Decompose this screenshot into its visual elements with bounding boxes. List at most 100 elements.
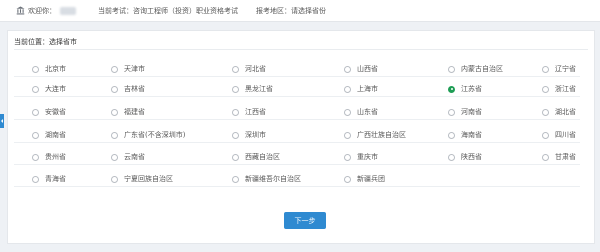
bank-icon <box>16 6 25 15</box>
region-option[interactable]: 广东省(不含深圳市) <box>111 129 185 141</box>
region-option[interactable]: 吉林省 <box>111 83 145 95</box>
region-option[interactable]: 福建省 <box>111 106 145 118</box>
region-row: 北京市 天津市 河北省 山西省 内蒙古自治区 辽宁省 <box>14 61 580 77</box>
radio-button[interactable] <box>344 131 351 139</box>
region-option[interactable]: 新疆兵团 <box>344 173 385 185</box>
radio-button[interactable] <box>542 85 549 93</box>
region-option[interactable]: 山东省 <box>344 106 378 118</box>
radio-button[interactable] <box>32 175 39 183</box>
region-option[interactable]: 北京市 <box>32 63 66 75</box>
region-label: 新疆维吾尔自治区 <box>245 175 301 183</box>
region-option[interactable]: 海南省 <box>448 129 482 141</box>
region-option[interactable]: 大连市 <box>32 83 66 95</box>
region-label: 河南省 <box>461 108 482 116</box>
region-option[interactable]: 江苏省 <box>448 83 482 95</box>
region-label: 重庆市 <box>357 153 378 161</box>
radio-button[interactable] <box>344 85 351 93</box>
region-option[interactable]: 西藏自治区 <box>232 151 280 163</box>
radio-button[interactable] <box>344 153 351 161</box>
region-option[interactable]: 上海市 <box>344 83 378 95</box>
next-step-button[interactable]: 下一步 <box>284 212 326 229</box>
region-label: 大连市 <box>45 85 66 93</box>
region-row: 大连市 吉林省 黑龙江省 上海市 江苏省 浙江省 <box>14 81 580 97</box>
region-option[interactable]: 广西壮族自治区 <box>344 129 406 141</box>
region-option[interactable]: 河北省 <box>232 63 266 75</box>
radio-button[interactable] <box>542 108 549 116</box>
region-option[interactable]: 山西省 <box>344 63 378 75</box>
radio-button[interactable] <box>111 65 118 73</box>
region-label: 湖北省 <box>555 108 576 116</box>
region-option[interactable]: 深圳市 <box>232 129 266 141</box>
region-label: 黑龙江省 <box>245 85 273 93</box>
radio-button[interactable] <box>448 85 455 93</box>
region-label: 辽宁省 <box>555 65 576 73</box>
region-row: 贵州省 云南省 西藏自治区 重庆市 陕西省 甘肃省 <box>14 149 580 165</box>
panel-title: 当前位置：选择省市 <box>14 38 77 46</box>
radio-button[interactable] <box>448 153 455 161</box>
region-label: 广东省(不含深圳市) <box>124 131 186 139</box>
radio-button[interactable] <box>448 131 455 139</box>
region-option[interactable]: 浙江省 <box>542 83 576 95</box>
area-label: 报考地区： <box>256 6 291 15</box>
radio-button[interactable] <box>344 108 351 116</box>
region-option[interactable]: 重庆市 <box>344 151 378 163</box>
region-label: 广西壮族自治区 <box>357 131 406 139</box>
radio-button[interactable] <box>32 153 39 161</box>
region-option[interactable]: 湖南省 <box>32 129 66 141</box>
region-row: 安徽省 福建省 江西省 山东省 河南省 湖北省 <box>14 104 580 120</box>
region-row: 湖南省 广东省(不含深圳市) 深圳市 广西壮族自治区 海南省 四川省 <box>14 127 580 143</box>
region-label: 宁夏回族自治区 <box>124 175 173 183</box>
region-label: 甘肃省 <box>555 153 576 161</box>
region-label: 新疆兵团 <box>357 175 385 183</box>
radio-button[interactable] <box>232 108 239 116</box>
radio-button[interactable] <box>111 175 118 183</box>
radio-button[interactable] <box>542 65 549 73</box>
radio-button[interactable] <box>232 153 239 161</box>
radio-button[interactable] <box>232 175 239 183</box>
radio-button[interactable] <box>542 153 549 161</box>
region-option[interactable]: 内蒙古自治区 <box>448 63 503 75</box>
region-option[interactable]: 陕西省 <box>448 151 482 163</box>
radio-button[interactable] <box>32 131 39 139</box>
region-label: 吉林省 <box>124 85 145 93</box>
radio-button[interactable] <box>232 131 239 139</box>
radio-button[interactable] <box>32 85 39 93</box>
region-option[interactable]: 辽宁省 <box>542 63 576 75</box>
region-option[interactable]: 新疆维吾尔自治区 <box>232 173 301 185</box>
region-label: 内蒙古自治区 <box>461 65 503 73</box>
region-label: 福建省 <box>124 108 145 116</box>
radio-button[interactable] <box>448 65 455 73</box>
radio-button[interactable] <box>232 65 239 73</box>
region-label: 安徽省 <box>45 108 66 116</box>
region-label: 西藏自治区 <box>245 153 280 161</box>
region-option[interactable]: 甘肃省 <box>542 151 576 163</box>
region-option[interactable]: 天津市 <box>111 63 145 75</box>
region-label: 海南省 <box>461 131 482 139</box>
radio-button[interactable] <box>232 85 239 93</box>
region-option[interactable]: 河南省 <box>448 106 482 118</box>
region-option[interactable]: 江西省 <box>232 106 266 118</box>
radio-button[interactable] <box>111 85 118 93</box>
radio-button[interactable] <box>32 108 39 116</box>
region-option[interactable]: 黑龙江省 <box>232 83 273 95</box>
region-label: 江苏省 <box>461 85 482 93</box>
radio-button[interactable] <box>542 131 549 139</box>
radio-button[interactable] <box>32 65 39 73</box>
username-redacted <box>60 6 76 15</box>
region-option[interactable]: 青海省 <box>32 173 66 185</box>
radio-button[interactable] <box>111 153 118 161</box>
radio-button[interactable] <box>111 108 118 116</box>
region-option[interactable]: 安徽省 <box>32 106 66 118</box>
radio-button[interactable] <box>344 175 351 183</box>
region-option[interactable]: 四川省 <box>542 129 576 141</box>
radio-button[interactable] <box>111 131 118 139</box>
chevron-left-icon[interactable] <box>0 114 4 128</box>
region-option[interactable]: 宁夏回族自治区 <box>111 173 173 185</box>
radio-button[interactable] <box>344 65 351 73</box>
region-option[interactable]: 贵州省 <box>32 151 66 163</box>
region-option[interactable]: 云南省 <box>111 151 145 163</box>
radio-button[interactable] <box>448 108 455 116</box>
region-label: 四川省 <box>555 131 576 139</box>
region-label: 天津市 <box>124 65 145 73</box>
region-option[interactable]: 湖北省 <box>542 106 576 118</box>
